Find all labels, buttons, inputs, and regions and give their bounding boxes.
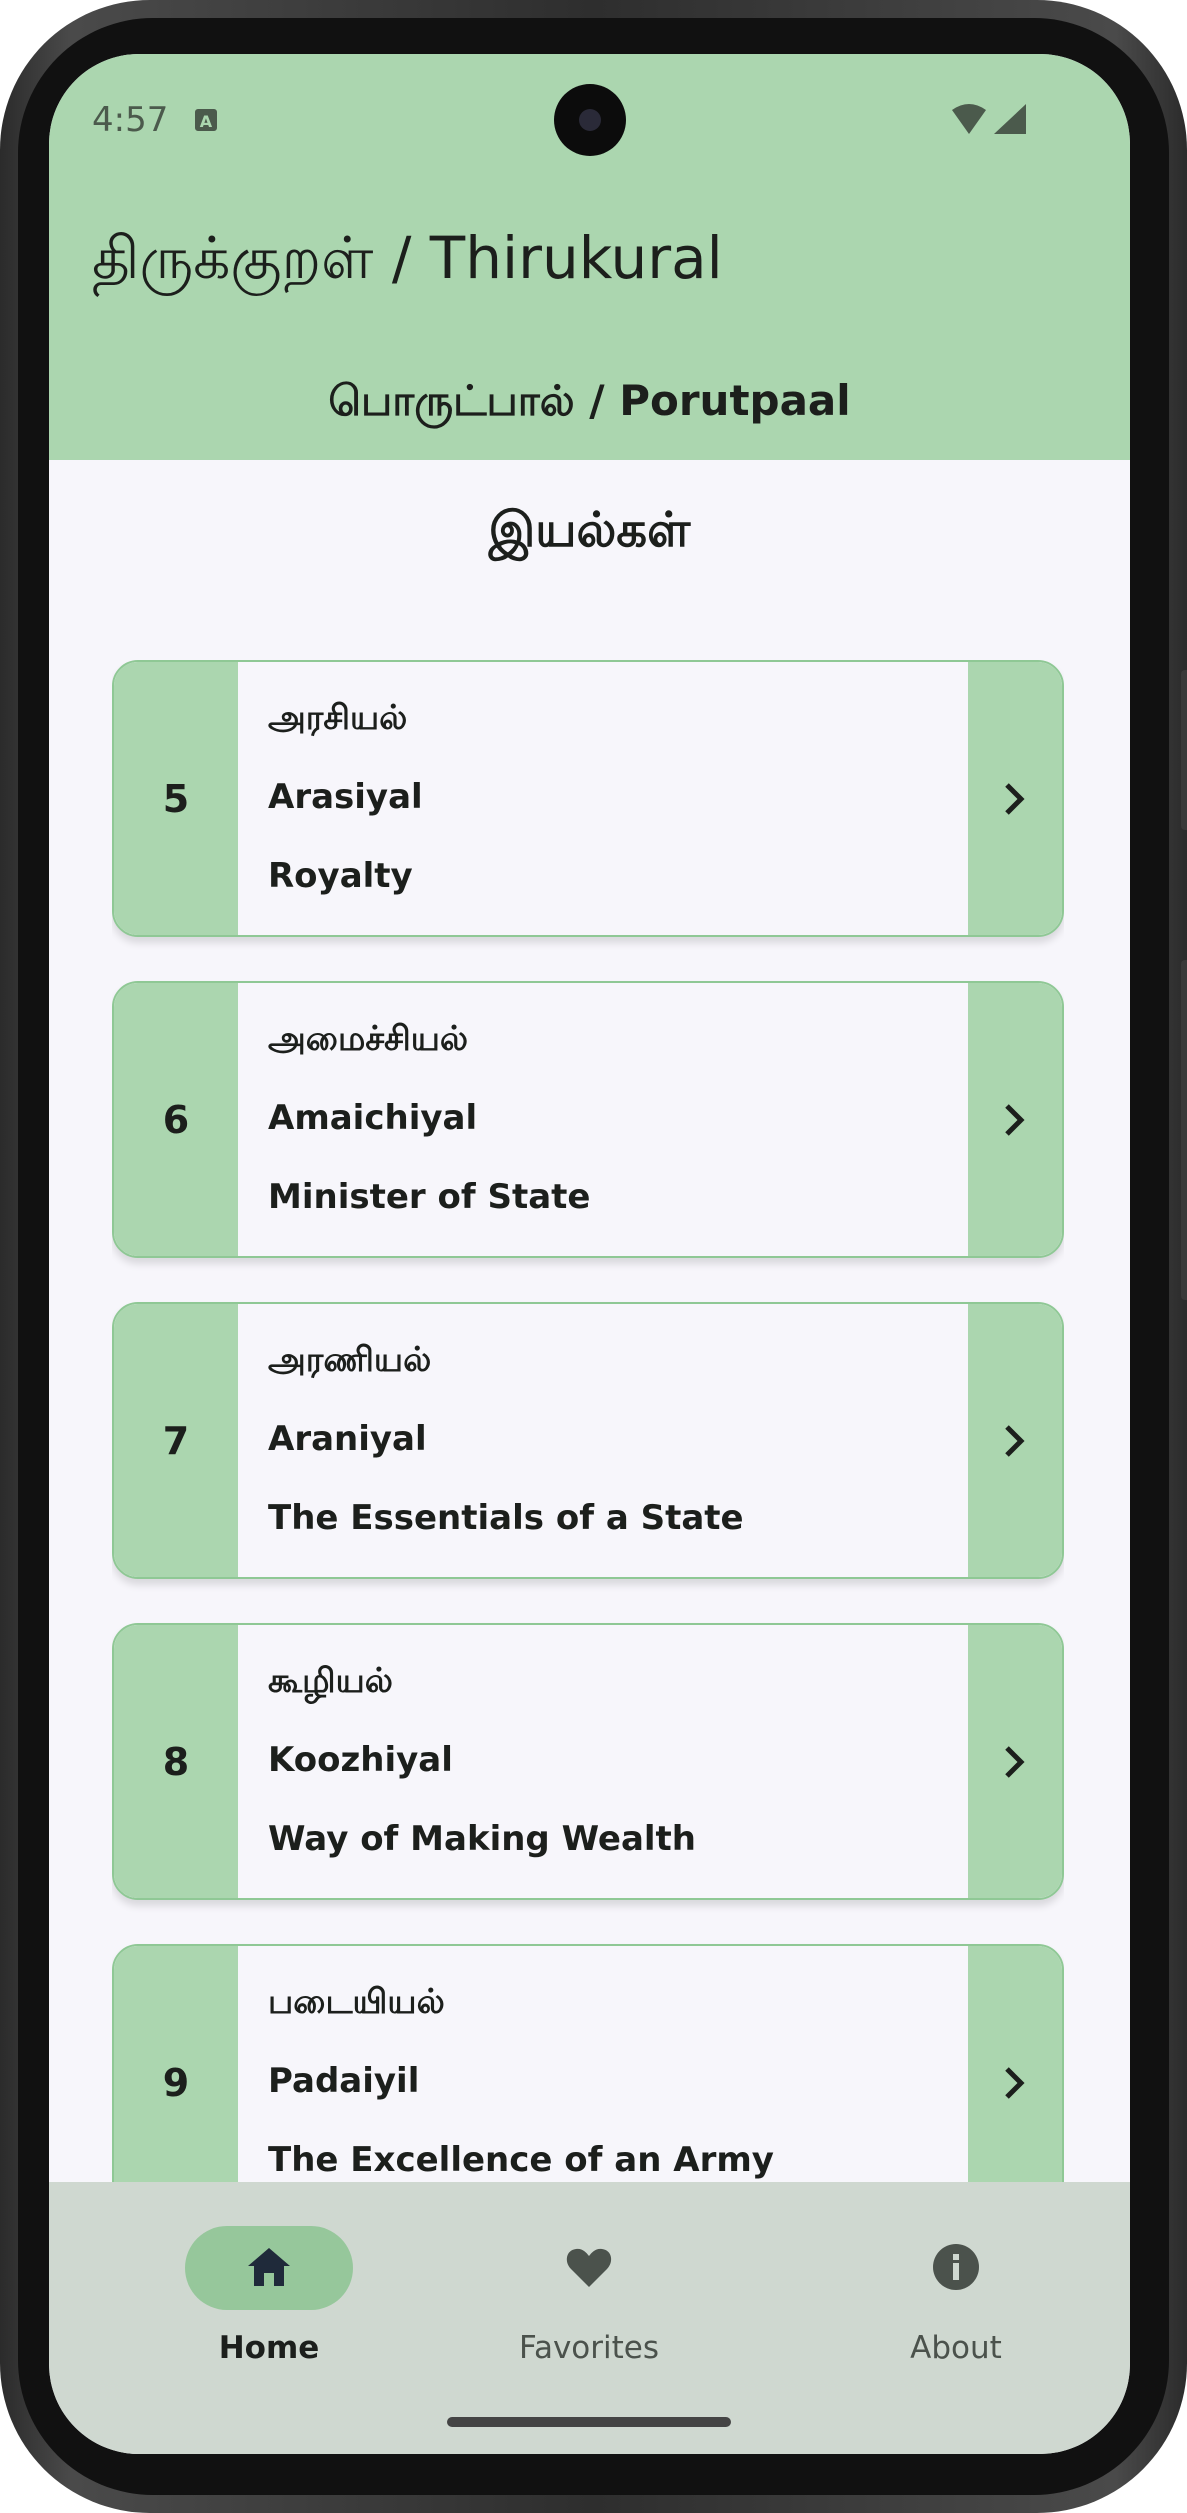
text-recognition-icon: A (195, 109, 217, 131)
chapter-transliteration: Koozhiyal (268, 1740, 453, 1780)
chevron-right-icon[interactable] (968, 1304, 1062, 1577)
chapter-english-name: The Excellence of an Army (268, 2140, 774, 2180)
chapter-list[interactable]: 5 அரசியல் Arasiyal Royalty 6 அமைச்சியல் … (112, 660, 1064, 2185)
chapter-card[interactable]: 7 அரணியல் Araniyal The Essentials of a S… (112, 1302, 1064, 1579)
chapter-english-name: Way of Making Wealth (268, 1819, 697, 1859)
nav-about[interactable]: About (846, 2212, 1066, 2366)
nav-home-label: Home (218, 2330, 320, 2366)
app-title: திருக்குறள் / Thirukural (92, 224, 723, 292)
chevron-right-icon[interactable] (968, 662, 1062, 935)
chapter-transliteration: Amaichiyal (268, 1098, 478, 1138)
section-title: பொருட்பால் / Porutpaal (328, 376, 851, 425)
cell-signal-icon (994, 104, 1026, 134)
chapter-transliteration: Arasiyal (268, 777, 423, 817)
chevron-right-icon[interactable] (968, 1625, 1062, 1898)
nav-about-label: About (910, 2330, 1002, 2366)
page-heading: இயல்கள் (488, 502, 691, 558)
chapter-number: 9 (114, 1946, 238, 2185)
gesture-home-indicator[interactable] (447, 2417, 731, 2427)
chapter-number: 7 (114, 1304, 238, 1577)
chapter-info: படையியல் Padaiyil The Excellence of an A… (268, 1982, 952, 2185)
power-button (1181, 960, 1187, 1300)
chapter-number: 6 (114, 983, 238, 1256)
nav-home[interactable]: Home (159, 2212, 379, 2366)
chapter-tamil-name: படையியல் (268, 1982, 445, 2022)
chevron-right-icon[interactable] (968, 983, 1062, 1256)
status-icons (952, 104, 1026, 134)
chapter-card[interactable]: 5 அரசியல் Arasiyal Royalty (112, 660, 1064, 937)
app-bar: 4:57 A திருக்குறள் / Thirukural பொருட்பா… (49, 54, 1130, 460)
bottom-navigation: Home Favorites About (49, 2182, 1130, 2454)
front-camera (554, 84, 626, 156)
chapter-english-name: The Essentials of a State (268, 1498, 744, 1538)
chapter-tamil-name: அமைச்சியல் (268, 1019, 469, 1059)
chapter-tamil-name: அரணியல் (268, 1340, 432, 1380)
phone-frame: 4:57 A திருக்குறள் / Thirukural பொருட்பா… (0, 0, 1187, 2513)
chapter-info: கூழியல் Koozhiyal Way of Making Wealth (268, 1661, 952, 1898)
chapter-tamil-name: அரசியல் (268, 698, 408, 738)
chapter-card[interactable]: 6 அமைச்சியல் Amaichiyal Minister of Stat… (112, 981, 1064, 1258)
chapter-card[interactable]: 8 கூழியல் Koozhiyal Way of Making Wealth (112, 1623, 1064, 1900)
volume-button (1181, 670, 1187, 830)
chapter-number: 8 (114, 1625, 238, 1898)
home-icon (248, 2248, 290, 2286)
wifi-icon (952, 104, 986, 134)
status-time: 4:57 (92, 100, 169, 140)
chapter-transliteration: Araniyal (268, 1419, 427, 1459)
chapter-info: அரசியல் Arasiyal Royalty (268, 698, 952, 935)
chapter-info: அரணியல் Araniyal The Essentials of a Sta… (268, 1340, 952, 1577)
chapter-tamil-name: கூழியல் (268, 1661, 393, 1701)
nav-favorites[interactable]: Favorites (479, 2212, 699, 2366)
chapter-number: 5 (114, 662, 238, 935)
chapter-info: அமைச்சியல் Amaichiyal Minister of State (268, 1019, 952, 1256)
screen: 4:57 A திருக்குறள் / Thirukural பொருட்பா… (49, 54, 1130, 2454)
chevron-right-icon[interactable] (968, 1946, 1062, 2185)
chapter-english-name: Minister of State (268, 1177, 591, 1217)
heart-icon (566, 2248, 612, 2287)
chapter-english-name: Royalty (268, 856, 413, 896)
chapter-card[interactable]: 9 படையியல் Padaiyil The Excellence of an… (112, 1944, 1064, 2185)
chapter-transliteration: Padaiyil (268, 2061, 420, 2101)
info-icon (933, 2244, 979, 2290)
nav-favorites-label: Favorites (518, 2330, 660, 2366)
